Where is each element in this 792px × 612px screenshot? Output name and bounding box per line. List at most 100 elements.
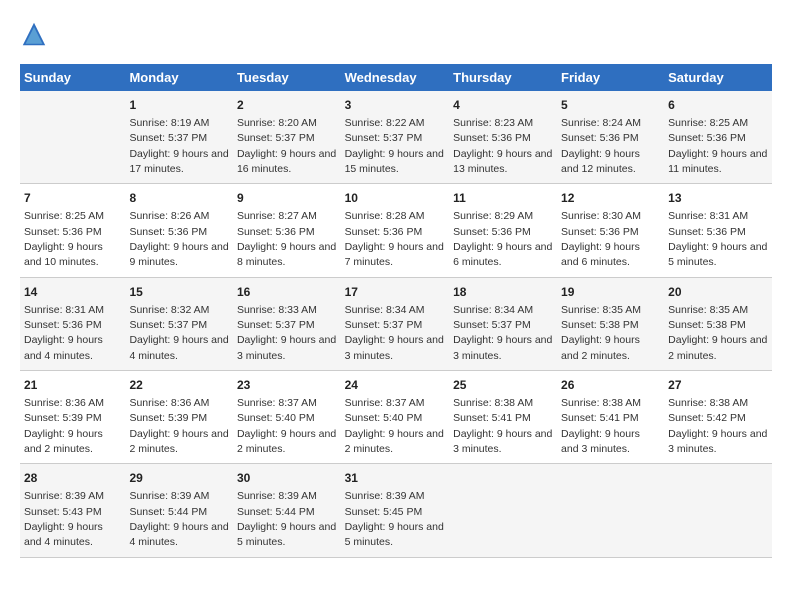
calendar-cell: 9 Sunrise: 8:27 AM Sunset: 5:36 PM Dayli… bbox=[233, 184, 341, 277]
day-number: 4 bbox=[453, 97, 553, 114]
day-number: 17 bbox=[345, 284, 446, 301]
calendar-cell: 24 Sunrise: 8:37 AM Sunset: 5:40 PM Dayl… bbox=[341, 371, 450, 464]
calendar-cell: 30 Sunrise: 8:39 AM Sunset: 5:44 PM Dayl… bbox=[233, 464, 341, 557]
sunset-time: Sunset: 5:36 PM bbox=[129, 226, 207, 238]
sunrise-time: Sunrise: 8:39 AM bbox=[345, 490, 425, 502]
header-wednesday: Wednesday bbox=[341, 64, 450, 91]
sunrise-time: Sunrise: 8:22 AM bbox=[345, 117, 425, 129]
calendar-cell: 15 Sunrise: 8:32 AM Sunset: 5:37 PM Dayl… bbox=[125, 277, 232, 370]
sunset-time: Sunset: 5:36 PM bbox=[668, 132, 746, 144]
sunset-time: Sunset: 5:37 PM bbox=[345, 319, 423, 331]
header-friday: Friday bbox=[557, 64, 664, 91]
sunset-time: Sunset: 5:41 PM bbox=[561, 412, 639, 424]
daylight-hours: Daylight: 9 hours and 3 minutes. bbox=[453, 334, 552, 361]
sunset-time: Sunset: 5:38 PM bbox=[561, 319, 639, 331]
calendar-cell: 8 Sunrise: 8:26 AM Sunset: 5:36 PM Dayli… bbox=[125, 184, 232, 277]
sunset-time: Sunset: 5:36 PM bbox=[453, 226, 531, 238]
daylight-hours: Daylight: 9 hours and 6 minutes. bbox=[561, 241, 640, 268]
daylight-hours: Daylight: 9 hours and 4 minutes. bbox=[129, 521, 228, 548]
day-number: 1 bbox=[129, 97, 228, 114]
calendar-week-2: 7 Sunrise: 8:25 AM Sunset: 5:36 PM Dayli… bbox=[20, 184, 772, 277]
day-number: 30 bbox=[237, 470, 337, 487]
sunset-time: Sunset: 5:37 PM bbox=[237, 132, 315, 144]
general-blue-icon bbox=[20, 20, 48, 48]
sunrise-time: Sunrise: 8:24 AM bbox=[561, 117, 641, 129]
calendar-cell bbox=[664, 464, 772, 557]
calendar-cell: 25 Sunrise: 8:38 AM Sunset: 5:41 PM Dayl… bbox=[449, 371, 557, 464]
sunset-time: Sunset: 5:43 PM bbox=[24, 506, 102, 518]
sunset-time: Sunset: 5:36 PM bbox=[237, 226, 315, 238]
day-number: 10 bbox=[345, 190, 446, 207]
calendar-cell: 16 Sunrise: 8:33 AM Sunset: 5:37 PM Dayl… bbox=[233, 277, 341, 370]
daylight-hours: Daylight: 9 hours and 2 minutes. bbox=[24, 428, 103, 455]
daylight-hours: Daylight: 9 hours and 10 minutes. bbox=[24, 241, 103, 268]
calendar-cell: 23 Sunrise: 8:37 AM Sunset: 5:40 PM Dayl… bbox=[233, 371, 341, 464]
calendar-cell: 20 Sunrise: 8:35 AM Sunset: 5:38 PM Dayl… bbox=[664, 277, 772, 370]
sunrise-time: Sunrise: 8:37 AM bbox=[345, 397, 425, 409]
calendar-cell: 28 Sunrise: 8:39 AM Sunset: 5:43 PM Dayl… bbox=[20, 464, 125, 557]
logo bbox=[20, 20, 52, 48]
daylight-hours: Daylight: 9 hours and 2 minutes. bbox=[345, 428, 444, 455]
sunset-time: Sunset: 5:37 PM bbox=[237, 319, 315, 331]
sunrise-time: Sunrise: 8:28 AM bbox=[345, 210, 425, 222]
daylight-hours: Daylight: 9 hours and 5 minutes. bbox=[345, 521, 444, 548]
day-number: 2 bbox=[237, 97, 337, 114]
sunrise-time: Sunrise: 8:37 AM bbox=[237, 397, 317, 409]
sunset-time: Sunset: 5:44 PM bbox=[237, 506, 315, 518]
sunset-time: Sunset: 5:41 PM bbox=[453, 412, 531, 424]
daylight-hours: Daylight: 9 hours and 3 minutes. bbox=[561, 428, 640, 455]
sunset-time: Sunset: 5:36 PM bbox=[24, 226, 102, 238]
calendar-cell: 10 Sunrise: 8:28 AM Sunset: 5:36 PM Dayl… bbox=[341, 184, 450, 277]
sunrise-time: Sunrise: 8:39 AM bbox=[237, 490, 317, 502]
calendar-cell: 5 Sunrise: 8:24 AM Sunset: 5:36 PM Dayli… bbox=[557, 91, 664, 184]
day-number: 8 bbox=[129, 190, 228, 207]
day-number: 14 bbox=[24, 284, 121, 301]
daylight-hours: Daylight: 9 hours and 6 minutes. bbox=[453, 241, 552, 268]
sunrise-time: Sunrise: 8:39 AM bbox=[129, 490, 209, 502]
calendar-cell: 31 Sunrise: 8:39 AM Sunset: 5:45 PM Dayl… bbox=[341, 464, 450, 557]
day-number: 27 bbox=[668, 377, 768, 394]
calendar-cell: 22 Sunrise: 8:36 AM Sunset: 5:39 PM Dayl… bbox=[125, 371, 232, 464]
daylight-hours: Daylight: 9 hours and 5 minutes. bbox=[237, 521, 336, 548]
sunrise-time: Sunrise: 8:26 AM bbox=[129, 210, 209, 222]
daylight-hours: Daylight: 9 hours and 4 minutes. bbox=[24, 521, 103, 548]
sunrise-time: Sunrise: 8:20 AM bbox=[237, 117, 317, 129]
header-saturday: Saturday bbox=[664, 64, 772, 91]
header-sunday: Sunday bbox=[20, 64, 125, 91]
day-number: 31 bbox=[345, 470, 446, 487]
day-number: 22 bbox=[129, 377, 228, 394]
sunset-time: Sunset: 5:37 PM bbox=[453, 319, 531, 331]
sunrise-time: Sunrise: 8:29 AM bbox=[453, 210, 533, 222]
calendar-cell: 17 Sunrise: 8:34 AM Sunset: 5:37 PM Dayl… bbox=[341, 277, 450, 370]
calendar-week-4: 21 Sunrise: 8:36 AM Sunset: 5:39 PM Dayl… bbox=[20, 371, 772, 464]
daylight-hours: Daylight: 9 hours and 9 minutes. bbox=[129, 241, 228, 268]
sunset-time: Sunset: 5:36 PM bbox=[24, 319, 102, 331]
daylight-hours: Daylight: 9 hours and 16 minutes. bbox=[237, 148, 336, 175]
sunset-time: Sunset: 5:44 PM bbox=[129, 506, 207, 518]
calendar-cell: 12 Sunrise: 8:30 AM Sunset: 5:36 PM Dayl… bbox=[557, 184, 664, 277]
daylight-hours: Daylight: 9 hours and 2 minutes. bbox=[668, 334, 767, 361]
sunrise-time: Sunrise: 8:39 AM bbox=[24, 490, 104, 502]
calendar-table: SundayMondayTuesdayWednesdayThursdayFrid… bbox=[20, 64, 772, 558]
calendar-cell: 13 Sunrise: 8:31 AM Sunset: 5:36 PM Dayl… bbox=[664, 184, 772, 277]
daylight-hours: Daylight: 9 hours and 2 minutes. bbox=[129, 428, 228, 455]
sunset-time: Sunset: 5:36 PM bbox=[668, 226, 746, 238]
calendar-week-5: 28 Sunrise: 8:39 AM Sunset: 5:43 PM Dayl… bbox=[20, 464, 772, 557]
calendar-cell: 18 Sunrise: 8:34 AM Sunset: 5:37 PM Dayl… bbox=[449, 277, 557, 370]
calendar-cell: 26 Sunrise: 8:38 AM Sunset: 5:41 PM Dayl… bbox=[557, 371, 664, 464]
day-number: 11 bbox=[453, 190, 553, 207]
sunset-time: Sunset: 5:37 PM bbox=[129, 132, 207, 144]
day-number: 7 bbox=[24, 190, 121, 207]
day-number: 16 bbox=[237, 284, 337, 301]
daylight-hours: Daylight: 9 hours and 4 minutes. bbox=[24, 334, 103, 361]
calendar-cell: 4 Sunrise: 8:23 AM Sunset: 5:36 PM Dayli… bbox=[449, 91, 557, 184]
sunset-time: Sunset: 5:42 PM bbox=[668, 412, 746, 424]
header-monday: Monday bbox=[125, 64, 232, 91]
sunrise-time: Sunrise: 8:36 AM bbox=[24, 397, 104, 409]
sunrise-time: Sunrise: 8:23 AM bbox=[453, 117, 533, 129]
sunrise-time: Sunrise: 8:36 AM bbox=[129, 397, 209, 409]
calendar-cell: 21 Sunrise: 8:36 AM Sunset: 5:39 PM Dayl… bbox=[20, 371, 125, 464]
calendar-cell: 27 Sunrise: 8:38 AM Sunset: 5:42 PM Dayl… bbox=[664, 371, 772, 464]
calendar-cell: 2 Sunrise: 8:20 AM Sunset: 5:37 PM Dayli… bbox=[233, 91, 341, 184]
sunrise-time: Sunrise: 8:38 AM bbox=[453, 397, 533, 409]
